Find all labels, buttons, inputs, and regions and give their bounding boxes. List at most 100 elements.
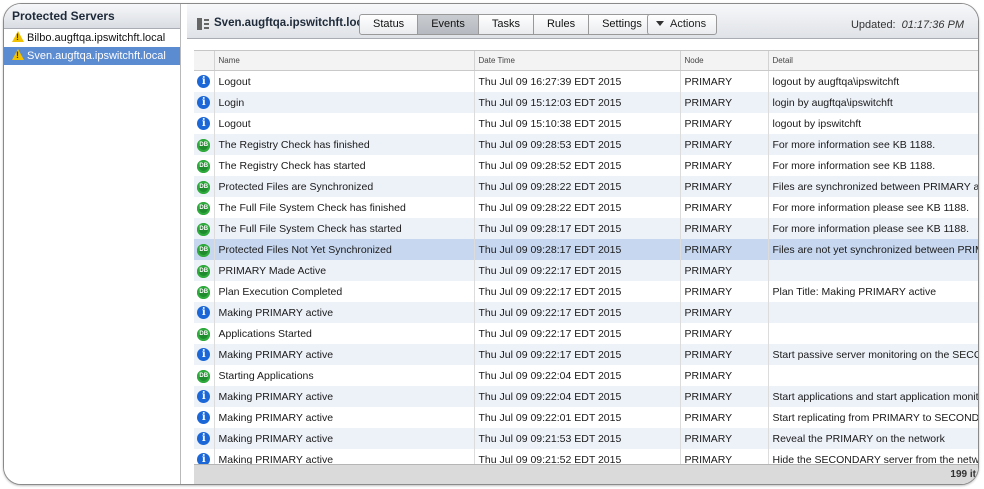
- cell-name: Logout: [214, 70, 475, 92]
- updated-label: Updated:: [850, 19, 896, 31]
- table-row[interactable]: DB The Registry Check has started Thu Jul …: [194, 155, 978, 176]
- table-row[interactable]: i Making PRIMARY active Thu Jul 09 09:22:1…: [194, 302, 978, 323]
- table-row[interactable]: DB Protected Files Not Yet Synchronized Th…: [194, 239, 978, 260]
- info-icon: i: [197, 96, 211, 109]
- tab-tasks[interactable]: Tasks: [478, 14, 534, 35]
- row-icon-cell: DB: [194, 323, 215, 344]
- server-item-bilbo[interactable]: Bilbo.augftqa.ipswitchft.local: [4, 29, 180, 47]
- column-header-datetime[interactable]: Date Time: [474, 51, 681, 71]
- cell-datetime: Thu Jul 09 09:22:17 EDT 2015: [474, 260, 681, 281]
- cell-node: PRIMARY: [680, 134, 769, 155]
- cell-node: PRIMARY: [680, 449, 769, 465]
- cell-datetime: Thu Jul 09 09:22:04 EDT 2015: [474, 365, 681, 386]
- cell-detail: [768, 365, 978, 386]
- cell-detail: Files are synchronized between PRIMARY a…: [768, 176, 978, 197]
- cell-node: PRIMARY: [680, 386, 769, 407]
- table-row[interactable]: DB Starting Applications Thu Jul 09 09:22:…: [194, 365, 978, 386]
- row-icon-cell: DB: [194, 197, 215, 218]
- table-row[interactable]: DB PRIMARY Made Active Thu Jul 09 09:22:17…: [194, 260, 978, 281]
- cell-detail: Start replicating from PRIMARY to SECOND…: [768, 407, 978, 428]
- table-row[interactable]: DB Plan Execution Completed Thu Jul 09 09:…: [194, 281, 978, 302]
- cell-name: Protected Files Not Yet Synchronized: [214, 239, 475, 260]
- cell-datetime: Thu Jul 09 16:27:39 EDT 2015: [474, 70, 681, 92]
- row-icon-cell: DB: [194, 176, 215, 197]
- cell-datetime: Thu Jul 09 09:28:52 EDT 2015: [474, 155, 681, 176]
- row-icon-cell: i: [194, 70, 215, 92]
- cell-name: Protected Files are Synchronized: [214, 176, 475, 197]
- cell-datetime: Thu Jul 09 09:22:17 EDT 2015: [474, 281, 681, 302]
- table-row[interactable]: i Making PRIMARY active Thu Jul 09 09:21:5…: [194, 428, 978, 449]
- cell-name: Making PRIMARY active: [214, 428, 475, 449]
- tab-status[interactable]: Status: [359, 14, 419, 35]
- info-icon: i: [197, 411, 211, 424]
- cell-datetime: Thu Jul 09 09:28:22 EDT 2015: [474, 197, 681, 218]
- cell-name: The Full File System Check has finished: [214, 197, 475, 218]
- table-row[interactable]: DB Protected Files are Synchronized Thu Ju…: [194, 176, 978, 197]
- actions-button[interactable]: Actions: [647, 14, 718, 35]
- warning-icon: [12, 31, 24, 42]
- column-header-name[interactable]: Name: [214, 51, 475, 71]
- row-icon-cell: i: [194, 428, 215, 449]
- table-row[interactable]: i Making PRIMARY active Thu Jul 09 09:21:5…: [194, 449, 978, 465]
- cell-name: Applications Started: [214, 323, 475, 344]
- cell-node: PRIMARY: [680, 176, 769, 197]
- row-icon-cell: i: [194, 113, 215, 134]
- cell-node: PRIMARY: [680, 113, 769, 134]
- row-icon-cell: i: [194, 449, 215, 465]
- cell-node: PRIMARY: [680, 197, 769, 218]
- updated-status: Updated: 01:17:36 PM: [851, 19, 964, 31]
- cell-node: PRIMARY: [680, 407, 769, 428]
- cell-node: PRIMARY: [680, 70, 769, 92]
- cell-name: Starting Applications: [214, 365, 475, 386]
- cell-detail: login by augftqa\ipswitchft: [768, 92, 978, 113]
- table-row[interactable]: DB The Full File System Check has started…: [194, 218, 978, 239]
- cell-name: Making PRIMARY active: [214, 386, 475, 407]
- table-row[interactable]: DB The Registry Check has finished Thu Jul…: [194, 134, 978, 155]
- server-item-sven[interactable]: Sven.augftqa.ipswitchft.local: [4, 47, 180, 65]
- cell-datetime: Thu Jul 09 09:21:52 EDT 2015: [474, 449, 681, 465]
- tab-settings[interactable]: Settings: [589, 14, 656, 35]
- cell-name: The Registry Check has finished: [214, 134, 475, 155]
- cell-detail: Start passive server monitoring on the S…: [768, 344, 978, 365]
- table-row[interactable]: i Making PRIMARY active Thu Jul 09 09:22:0…: [194, 407, 978, 428]
- table-row[interactable]: i Making PRIMARY active Thu Jul 09 09:22:1…: [194, 344, 978, 365]
- server-icon: [197, 18, 209, 30]
- cell-datetime: Thu Jul 09 09:28:22 EDT 2015: [474, 176, 681, 197]
- cell-node: PRIMARY: [680, 92, 769, 113]
- cell-name: Making PRIMARY active: [214, 344, 475, 365]
- row-icon-cell: DB: [194, 134, 215, 155]
- protected-servers-panel: Protected Servers Bilbo.augftqa.ipswitch…: [4, 4, 181, 484]
- table-row[interactable]: i Login Thu Jul 09 15:12:03 EDT 2015 PRIMAR…: [194, 92, 978, 113]
- cell-node: PRIMARY: [680, 239, 769, 260]
- event-icon: DB: [197, 202, 211, 215]
- cell-datetime: Thu Jul 09 09:22:17 EDT 2015: [474, 323, 681, 344]
- row-icon-cell: DB: [194, 281, 215, 302]
- cell-detail: Plan Title: Making PRIMARY active: [768, 281, 978, 302]
- event-icon: DB: [197, 286, 211, 299]
- table-row[interactable]: i Logout Thu Jul 09 15:10:38 EDT 2015 PRIMA…: [194, 113, 978, 134]
- cell-detail: [768, 260, 978, 281]
- table-row[interactable]: DB Applications Started Thu Jul 09 09:22:1…: [194, 323, 978, 344]
- event-icon: DB: [197, 328, 211, 341]
- server-name: Bilbo.augftqa.ipswitchft.local: [27, 32, 166, 44]
- column-header-node[interactable]: Node: [680, 51, 769, 71]
- row-icon-cell: DB: [194, 365, 215, 386]
- cell-name: Logout: [214, 113, 475, 134]
- table-row[interactable]: DB The Full File System Check has finishe…: [194, 197, 978, 218]
- column-header-icon: [194, 51, 215, 71]
- cell-detail: logout by ipswitchft: [768, 113, 978, 134]
- cell-node: PRIMARY: [680, 302, 769, 323]
- tab-rules[interactable]: Rules: [533, 14, 590, 35]
- cell-datetime: Thu Jul 09 09:22:04 EDT 2015: [474, 386, 681, 407]
- cell-detail: Hide the SECONDARY server from the netwo…: [768, 449, 978, 465]
- tab-bar: Status Events Tasks Rules Settings: [359, 14, 656, 35]
- event-icon: DB: [197, 265, 211, 278]
- table-row[interactable]: i Making PRIMARY active Thu Jul 09 09:22:0…: [194, 386, 978, 407]
- cell-name: Plan Execution Completed: [214, 281, 475, 302]
- cell-detail: For more information please see KB 1188.: [768, 197, 978, 218]
- tab-events[interactable]: Events: [418, 14, 479, 35]
- row-icon-cell: DB: [194, 260, 215, 281]
- column-header-detail[interactable]: Detail: [768, 51, 978, 71]
- table-row[interactable]: i Logout Thu Jul 09 16:27:39 EDT 2015 PRIMA…: [194, 70, 978, 92]
- item-count: 199 it: [950, 469, 976, 480]
